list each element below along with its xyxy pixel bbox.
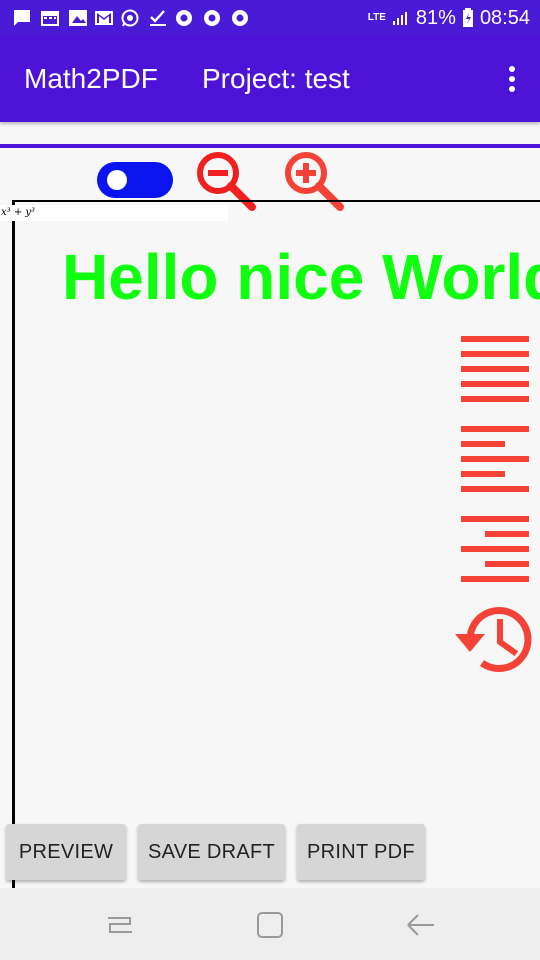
lte-label: LTE <box>367 12 386 23</box>
print-pdf-button[interactable]: PRINT PDF <box>297 824 425 880</box>
gmail-icon <box>95 11 113 25</box>
save-draft-button[interactable]: SAVE DRAFT <box>138 824 285 880</box>
project-title[interactable]: Project: test <box>202 63 350 95</box>
battery-percent: 81% <box>415 6 456 29</box>
formula-preview[interactable]: x³ + y³ <box>0 205 228 221</box>
overflow-menu-icon[interactable] <box>508 66 516 92</box>
canvas-border-left <box>12 200 15 888</box>
signal-icon <box>392 12 407 25</box>
message-icon <box>14 10 30 26</box>
back-icon[interactable] <box>400 910 440 940</box>
divider <box>0 144 540 148</box>
zoom-in-icon[interactable] <box>278 145 348 215</box>
edit-toggle[interactable] <box>97 162 173 198</box>
recents-icon[interactable] <box>100 910 140 940</box>
align-left-icon[interactable] <box>460 424 530 494</box>
status-bar: LTE 81% 08:54 <box>0 0 540 36</box>
status-right: LTE 81% 08:54 <box>368 6 530 30</box>
canvas-headline[interactable]: Hello nice World <box>62 240 540 314</box>
align-right-icon[interactable] <box>460 514 530 584</box>
check-icon <box>150 10 166 26</box>
align-justify-icon[interactable] <box>460 334 530 404</box>
chrome-icon <box>176 10 192 26</box>
chrome-icon <box>204 10 220 26</box>
battery-icon <box>462 8 473 27</box>
app-title: Math2PDF <box>24 63 158 94</box>
calendar-icon <box>41 11 59 26</box>
canvas-border-top <box>12 200 540 202</box>
chrome-icon <box>232 10 248 26</box>
home-icon[interactable] <box>250 910 290 940</box>
history-icon[interactable] <box>452 600 536 680</box>
toggle-knob <box>107 170 127 190</box>
gallery-icon <box>69 10 87 26</box>
clock: 08:54 <box>479 6 530 29</box>
preview-button[interactable]: PREVIEW <box>6 824 126 880</box>
app-bar: Math2PDF Project: test <box>0 36 540 122</box>
whatsapp-icon <box>121 9 139 27</box>
navigation-bar <box>0 888 540 960</box>
